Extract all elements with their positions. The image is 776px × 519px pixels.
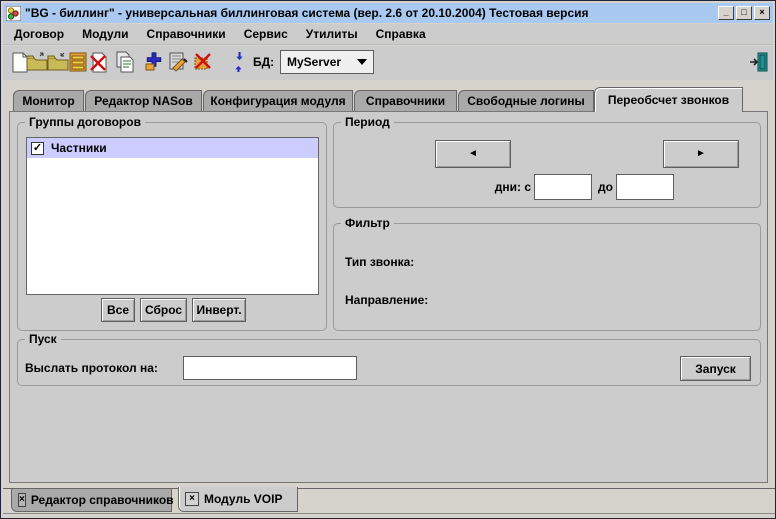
tab-module-config[interactable]: Конфигурация модуля bbox=[203, 90, 353, 111]
run-button[interactable]: Запуск bbox=[680, 356, 751, 381]
bottom-tab-label: Модуль VOIP bbox=[204, 492, 282, 506]
filter-title: Фильтр bbox=[341, 216, 394, 230]
send-protocol-label: Выслать протокол на: bbox=[25, 361, 158, 375]
days-from-input[interactable] bbox=[534, 174, 592, 200]
left-arrow-icon: ◄ bbox=[468, 149, 478, 159]
minimize-button[interactable]: _ bbox=[718, 6, 734, 20]
menu-item-modules[interactable]: Модули bbox=[73, 25, 137, 43]
tab-nas-editor[interactable]: Редактор NASов bbox=[85, 90, 202, 111]
call-type-label: Тип звонка: bbox=[345, 255, 414, 269]
reset-button[interactable]: Сброс bbox=[140, 298, 187, 322]
dropdown-arrow-icon bbox=[357, 59, 367, 65]
menubar: Договор Модули Справочники Сервис Утилит… bbox=[3, 24, 773, 45]
delete-entry-icon[interactable] bbox=[190, 49, 214, 75]
db-select[interactable]: MyServer bbox=[280, 50, 374, 74]
contract-groups-title: Группы договоров bbox=[25, 115, 145, 129]
bottom-tab-voip-module[interactable]: × Модуль VOIP bbox=[178, 487, 298, 512]
tab-call-recalc[interactable]: Переобсчет звонков bbox=[594, 87, 743, 112]
bottom-tab-label: Редактор справочников bbox=[31, 493, 174, 507]
list-item-chastniki[interactable]: ✓ Частники bbox=[27, 138, 318, 158]
delete-document-icon[interactable] bbox=[87, 49, 111, 75]
next-month-button[interactable]: ► bbox=[663, 140, 739, 168]
start-title: Пуск bbox=[25, 332, 61, 346]
close-tab-icon[interactable]: × bbox=[18, 493, 26, 507]
days-from-label: дни: с bbox=[473, 180, 531, 194]
filter-box bbox=[333, 223, 761, 331]
maximize-button[interactable]: □ bbox=[736, 6, 752, 20]
contract-groups-list[interactable]: ✓ Частники bbox=[26, 137, 319, 295]
direction-label: Направление: bbox=[345, 293, 428, 307]
app-window: "BG - биллинг" - универсальная биллингов… bbox=[0, 0, 776, 519]
protocol-email-input[interactable] bbox=[183, 356, 357, 380]
close-tab-icon[interactable]: × bbox=[185, 492, 199, 506]
days-to-input[interactable] bbox=[616, 174, 674, 200]
titlebar: "BG - биллинг" - универсальная биллингов… bbox=[3, 3, 773, 23]
exit-icon[interactable] bbox=[747, 49, 771, 75]
window-controls: _ □ × bbox=[718, 6, 770, 20]
copy-icon[interactable] bbox=[113, 49, 137, 75]
right-arrow-icon: ► bbox=[696, 149, 706, 159]
checkbox-checked-icon[interactable]: ✓ bbox=[31, 142, 44, 155]
tab-free-logins[interactable]: Свободные логины bbox=[458, 90, 594, 111]
menu-item-utilities[interactable]: Утилиты bbox=[297, 25, 367, 43]
menu-item-help[interactable]: Справка bbox=[367, 25, 435, 43]
app-icon bbox=[6, 6, 21, 21]
find-entry-icon[interactable] bbox=[166, 49, 190, 75]
bottom-tab-directory-editor[interactable]: × Редактор справочников bbox=[11, 489, 172, 512]
db-label: БД: bbox=[253, 55, 274, 69]
refresh-icon[interactable] bbox=[227, 49, 251, 75]
tab-monitor[interactable]: Монитор bbox=[13, 90, 84, 111]
prev-month-button[interactable]: ◄ bbox=[435, 140, 511, 168]
menu-item-contract[interactable]: Договор bbox=[5, 25, 73, 43]
list-item-label: Частники bbox=[51, 141, 107, 155]
invert-button[interactable]: Инверт. bbox=[192, 298, 246, 322]
tab-directories[interactable]: Справочники bbox=[354, 90, 457, 111]
db-select-value: MyServer bbox=[287, 55, 341, 69]
add-entry-icon[interactable] bbox=[142, 49, 166, 75]
period-title: Период bbox=[341, 115, 394, 129]
toolbar: БД: MyServer bbox=[3, 46, 773, 80]
window-bottom-edge bbox=[3, 513, 775, 514]
menu-item-service[interactable]: Сервис bbox=[235, 25, 297, 43]
window-title: "BG - биллинг" - универсальная биллингов… bbox=[25, 6, 589, 20]
select-all-button[interactable]: Все bbox=[101, 298, 135, 322]
days-to-label: до bbox=[598, 180, 613, 194]
close-button[interactable]: × bbox=[754, 6, 770, 20]
menu-item-directories[interactable]: Справочники bbox=[138, 25, 235, 43]
